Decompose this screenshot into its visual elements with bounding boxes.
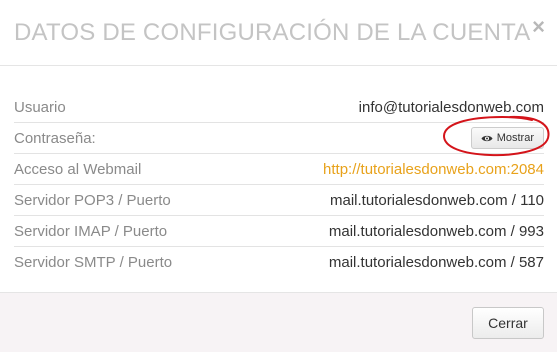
modal-body: Usuario info@tutorialesdonweb.com Contra… xyxy=(0,66,557,292)
row-imap: Servidor IMAP / Puerto mail.tutorialesdo… xyxy=(14,216,544,247)
modal-header: DATOS DE CONFIGURACIÓN DE LA CUENTA × xyxy=(0,0,557,66)
row-pop3: Servidor POP3 / Puerto mail.tutorialesdo… xyxy=(14,185,544,216)
modal-footer: Cerrar xyxy=(0,292,557,352)
pop3-label: Servidor POP3 / Puerto xyxy=(14,191,171,209)
modal-title: DATOS DE CONFIGURACIÓN DE LA CUENTA xyxy=(14,19,531,46)
webmail-label: Acceso al Webmail xyxy=(14,160,142,178)
row-usuario: Usuario info@tutorialesdonweb.com xyxy=(14,92,544,123)
smtp-value: mail.tutorialesdonweb.com / 587 xyxy=(328,254,544,271)
imap-value: mail.tutorialesdonweb.com / 993 xyxy=(328,222,544,240)
row-contrasena: Contraseña: Mostrar xyxy=(14,123,544,154)
row-webmail: Acceso al Webmail http://tutorialesdonwe… xyxy=(14,154,544,185)
account-config-modal: DATOS DE CONFIGURACIÓN DE LA CUENTA × Us… xyxy=(0,0,557,352)
imap-label: Servidor IMAP / Puerto xyxy=(14,222,168,240)
show-password-button[interactable]: Mostrar xyxy=(470,127,544,149)
usuario-value: info@tutorialesdonweb.com xyxy=(358,98,544,116)
pop3-value: mail.tutorialesdonweb.com / 110 xyxy=(330,191,544,209)
close-icon[interactable]: × xyxy=(532,16,545,38)
webmail-link[interactable]: http://tutorialesdonweb.com:2084 xyxy=(323,161,544,178)
close-button[interactable]: Cerrar xyxy=(472,307,544,339)
usuario-label: Usuario xyxy=(14,98,66,116)
show-password-label: Mostrar xyxy=(496,132,534,144)
contrasena-label: Contraseña: xyxy=(14,129,96,147)
row-smtp: Servidor SMTP / Puerto mail.tutorialesdo… xyxy=(14,247,544,278)
eye-icon xyxy=(481,135,493,141)
smtp-label: Servidor SMTP / Puerto xyxy=(14,254,173,271)
